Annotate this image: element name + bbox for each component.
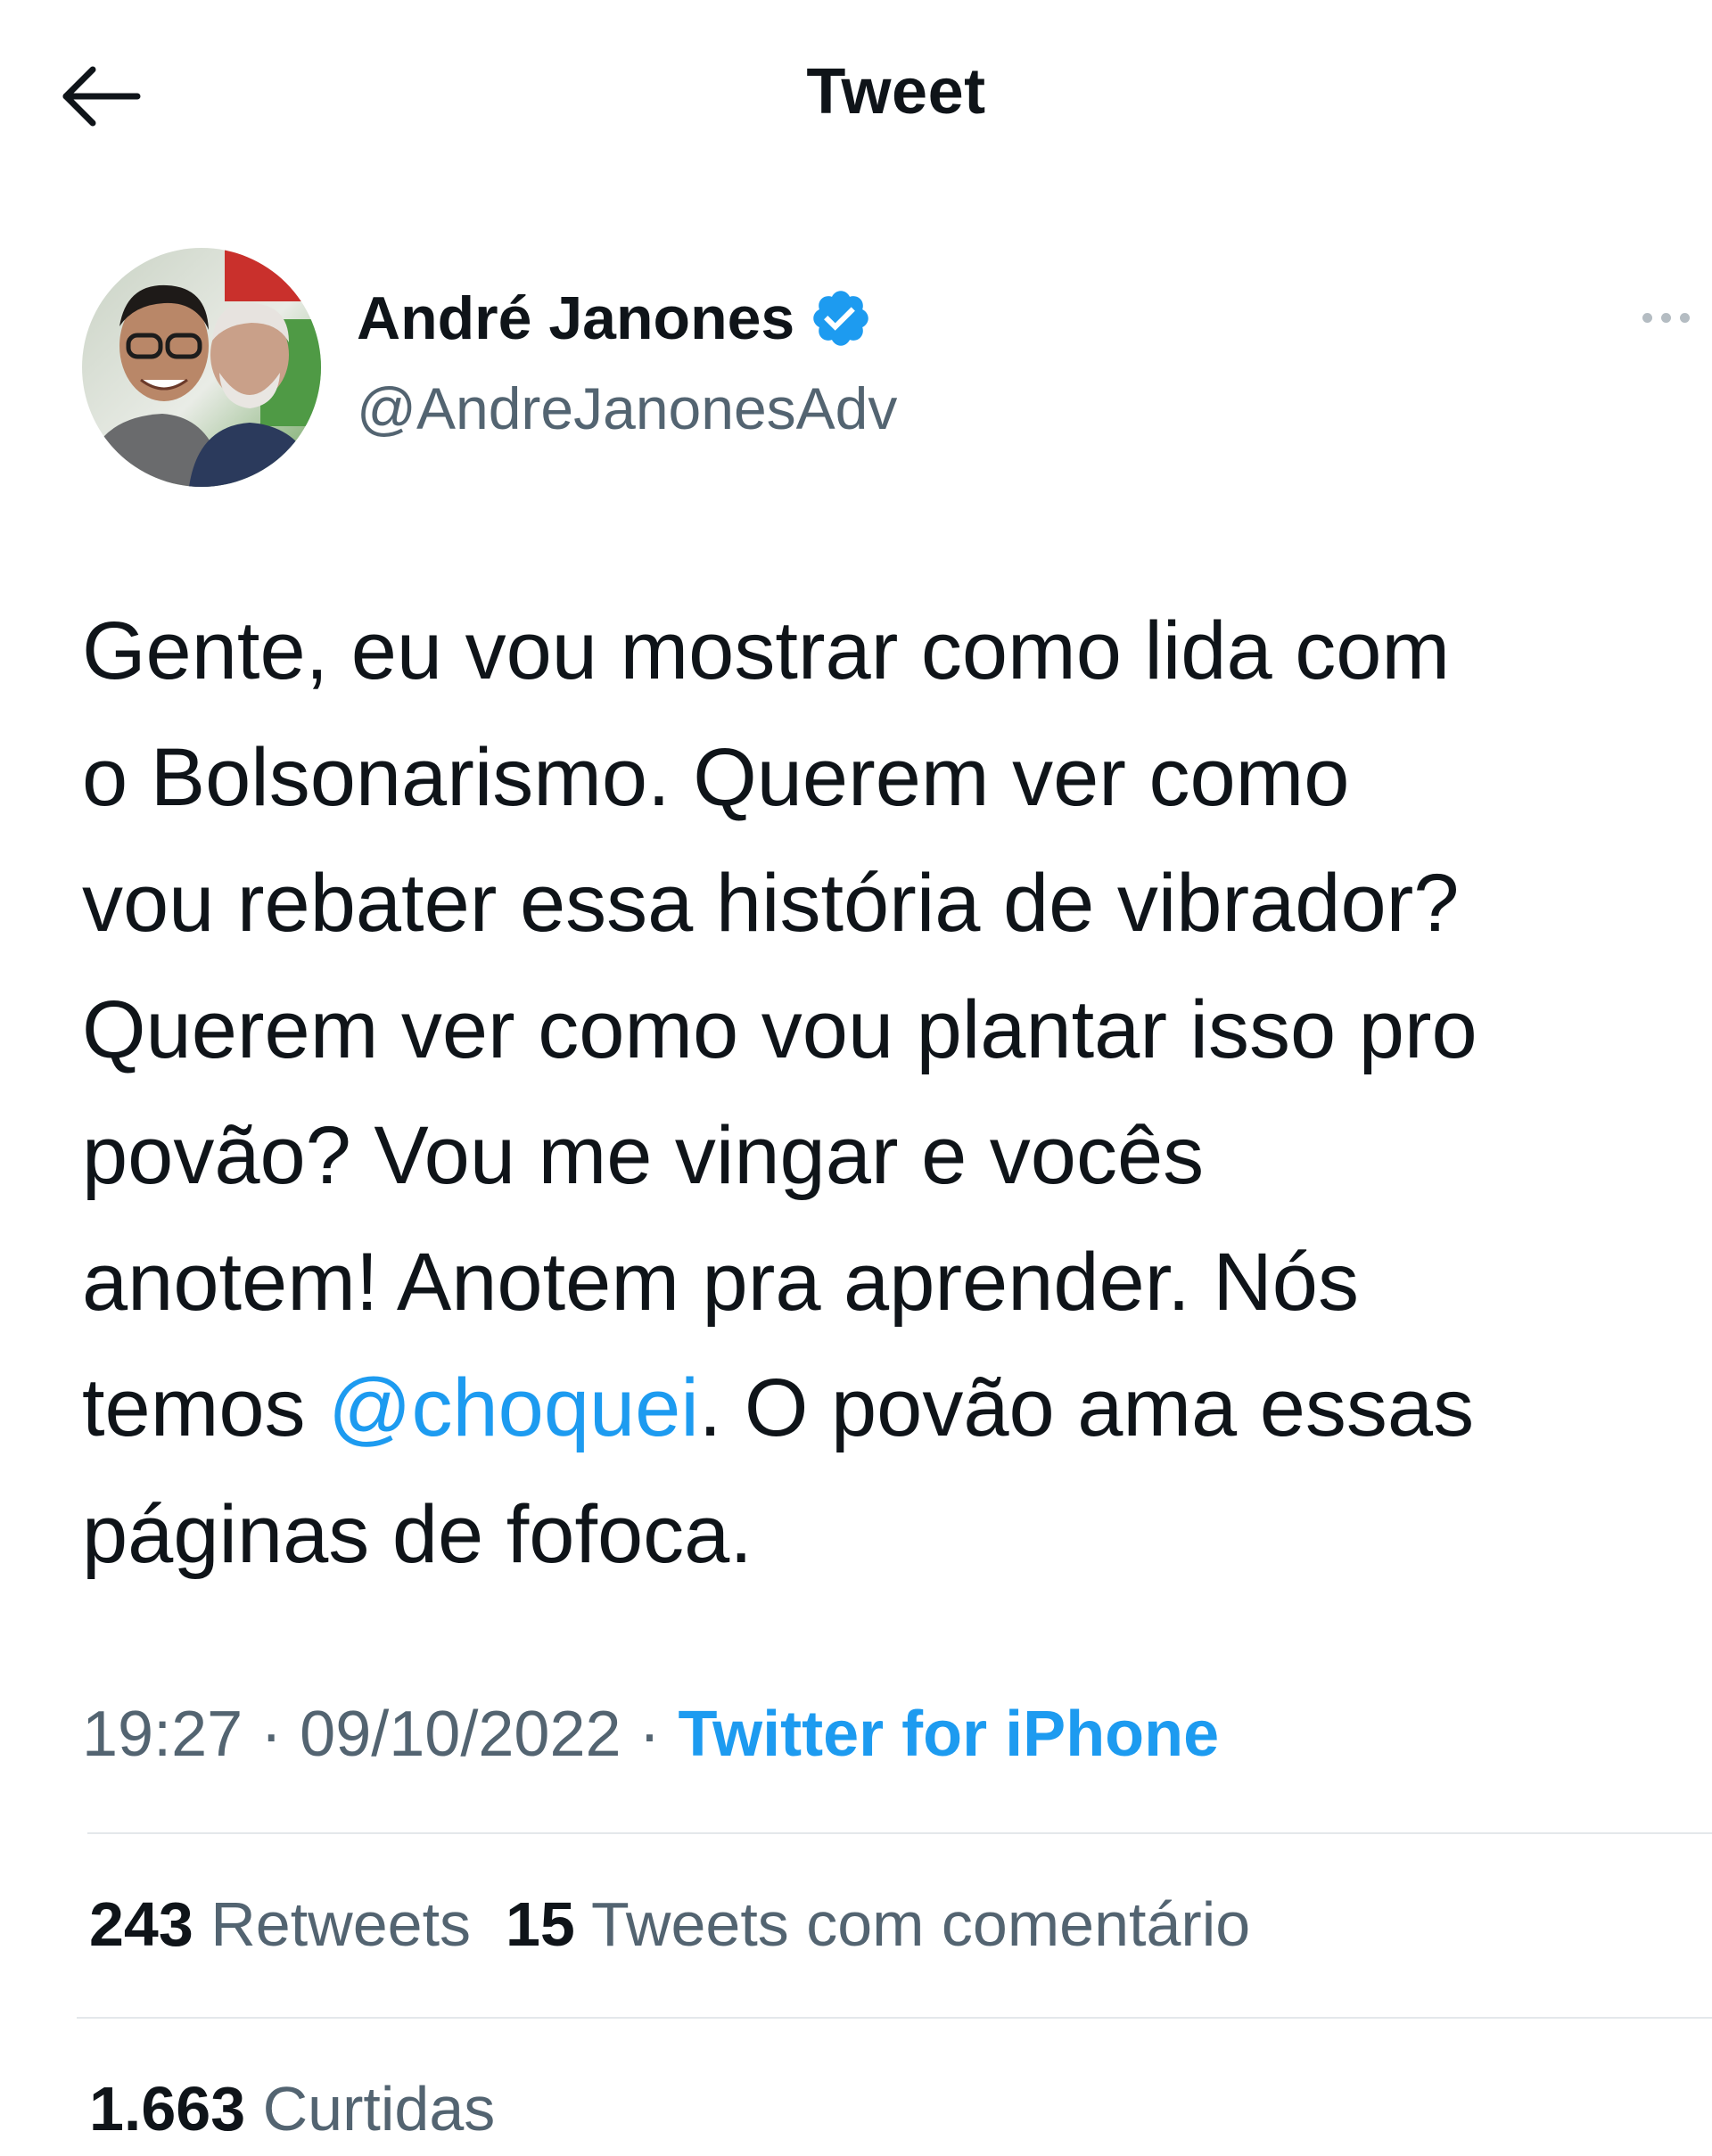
tweet-line: vou rebater essa história de vibrador? (82, 858, 1460, 949)
tweet-text: Gente, eu vou mostrar como lida com o Bo… (82, 588, 1705, 1598)
top-bar: Tweet (0, 0, 1712, 196)
likes-label: Curtidas (262, 2074, 496, 2144)
tweet-line-with-mention: temos @choquei. O povão ama essas (82, 1345, 1705, 1472)
verified-badge-icon (813, 291, 868, 346)
tweet-line: povão? Vou me vingar e vocês (82, 1110, 1205, 1201)
tweet-text-segment: . O povão ama essas (698, 1362, 1475, 1453)
quote-tweets-stat[interactable]: 15 Tweets com comentário (506, 1889, 1250, 1959)
quote-tweets-count: 15 (505, 1889, 575, 1959)
author-handle[interactable]: @AndreJanonesAdv (357, 374, 897, 442)
tweet-line: o Bolsonarismo. Querem ver como (82, 731, 1350, 823)
page-title: Tweet (806, 56, 986, 128)
dot (1660, 312, 1671, 323)
tweet-line: Querem ver como vou plantar isso pro (82, 983, 1477, 1075)
dot (1679, 312, 1690, 323)
tweet-line: Gente, eu vou mostrar como lida com (82, 605, 1450, 696)
tweet-meta: 19:27 · 09/10/2022 · Twitter for iPhone (82, 1698, 1219, 1771)
likes-stats: 1.663 Curtidas (89, 2073, 495, 2144)
tweet-time: 19:27 (82, 1699, 243, 1770)
retweets-count: 243 (89, 1889, 193, 1959)
retweets-label: Retweets (210, 1889, 472, 1959)
tweet-page: Tweet André Janones @AndreJanonesAdv Gen… (0, 0, 1712, 2156)
likes-count: 1.663 (89, 2074, 246, 2144)
retweets-stat[interactable]: 243 Retweets (89, 1889, 471, 1959)
divider (77, 2017, 1712, 2019)
tweet-date: 09/10/2022 (300, 1699, 621, 1770)
dot (1642, 312, 1652, 323)
divider (87, 1832, 1712, 1834)
meta-separator: · (621, 1699, 679, 1770)
tweet-source-link[interactable]: Twitter for iPhone (679, 1699, 1220, 1770)
tweet-line: páginas de fofoca. (82, 1488, 753, 1580)
tweet-line: anotem! Anotem pra aprender. Nós (82, 1236, 1359, 1328)
mention-link[interactable]: @choquei (328, 1362, 699, 1453)
author-name[interactable]: André Janones (357, 284, 873, 353)
quote-tweets-label: Tweets com comentário (591, 1889, 1251, 1959)
likes-stat[interactable]: 1.663 Curtidas (89, 2074, 495, 2144)
engagement-stats: 243 Retweets 15 Tweets com comentário (89, 1889, 1250, 1960)
avatar[interactable] (82, 248, 321, 487)
tweet-text-segment: temos (82, 1362, 329, 1453)
meta-separator: · (243, 1699, 300, 1770)
more-options-icon[interactable] (1630, 300, 1701, 335)
author-name-text: André Janones (357, 284, 795, 352)
